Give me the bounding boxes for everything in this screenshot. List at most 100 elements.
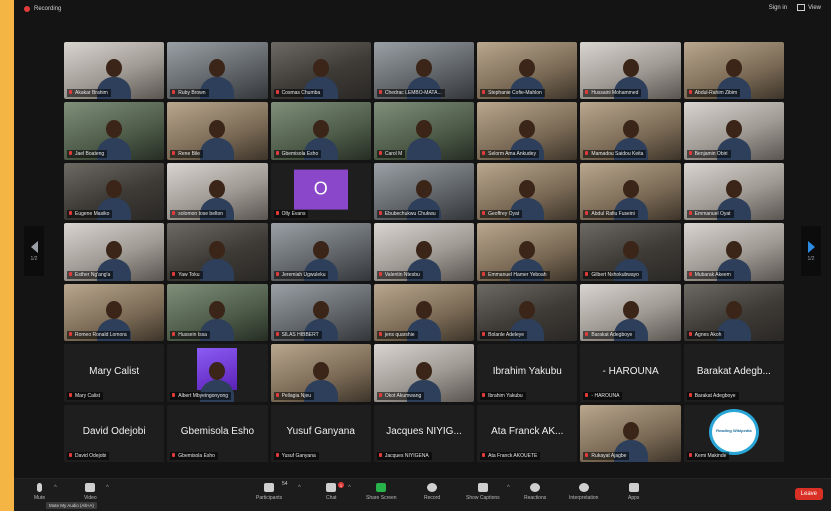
participant-tile[interactable]: Gbemisola Esho xyxy=(270,102,371,160)
video-options-caret[interactable]: ^ xyxy=(106,485,109,491)
audio-options-caret[interactable]: ^ xyxy=(54,485,57,491)
participant-tile[interactable]: Rene Bile xyxy=(167,102,268,160)
participant-tile[interactable]: Gilbert Nshokubwayo xyxy=(580,223,681,281)
participant-tile[interactable]: Esther Ng'ang'a xyxy=(64,223,165,281)
participant-name-label: Chedrac LEMBO-MATA... xyxy=(376,89,445,98)
participant-tile[interactable]: Barakat Adegb... Barakat Adegboye xyxy=(683,344,784,402)
participant-tile[interactable]: Chedrac LEMBO-MATA... xyxy=(373,42,475,100)
participant-tile[interactable]: Emmanuel Oyat xyxy=(683,162,784,221)
apps-button[interactable]: Apps xyxy=(628,483,639,501)
participant-tile[interactable]: Akakar Brahim xyxy=(64,42,165,100)
participant-tile[interactable]: Gbemisola Esho Gbemisola Esho xyxy=(167,404,268,462)
mic-muted-icon xyxy=(688,150,692,155)
participant-tile[interactable]: Yusuf Ganyana Yusuf Ganyana xyxy=(270,404,371,462)
next-page-button[interactable]: 1/2 xyxy=(801,226,821,276)
participant-tile[interactable]: Mubarak Akeem xyxy=(683,223,784,281)
participant-tile[interactable]: David Odejobi David Odejobi xyxy=(64,404,165,462)
participant-name-label: Selorm Ama Ankudey xyxy=(480,149,539,158)
participant-name-text: jens quarshie xyxy=(384,332,415,339)
participant-tile[interactable]: Mary Calist Mary Calist xyxy=(64,344,165,402)
participant-tile[interactable]: Cosmas Chumba xyxy=(270,42,371,100)
participant-tile[interactable]: Carol M xyxy=(373,102,475,160)
participants-count: 54 xyxy=(282,481,288,487)
mute-button[interactable]: Mute xyxy=(34,483,45,501)
participant-tile[interactable]: Ata Franck AK... Ata Franck AKOUETE xyxy=(477,404,578,462)
apps-icon xyxy=(628,483,639,492)
mic-muted-icon xyxy=(585,392,589,397)
interpretation-button[interactable]: Interpretation xyxy=(569,483,598,501)
participant-tile[interactable]: Hussein Issa xyxy=(167,283,268,342)
chat-options-caret[interactable]: ^ xyxy=(348,485,351,491)
participant-tile[interactable]: Geoffrey Oyat xyxy=(477,162,578,221)
participant-tile[interactable]: Benjamin Obiri xyxy=(683,102,784,160)
participant-tile[interactable]: Valentin Ntesbu xyxy=(373,223,475,281)
mic-muted-icon xyxy=(275,271,279,276)
participant-tile[interactable]: Stephanie Cofie-Mahlon xyxy=(477,42,578,100)
participant-tile[interactable]: Romeo Ronald Lomora xyxy=(64,283,165,342)
view-button[interactable]: View xyxy=(797,4,821,11)
mute-label: Mute xyxy=(34,495,46,501)
participant-name-label: Ibrahim Yakubu xyxy=(480,391,526,400)
participant-tile[interactable]: Yaw Toku xyxy=(167,223,268,281)
share-screen-button[interactable]: Share Screen xyxy=(366,483,397,501)
participant-name-text: Barakat Adegboye xyxy=(694,392,736,399)
participant-tile[interactable]: Abdul-Rahim Zibim xyxy=(683,42,784,100)
participant-tile[interactable]: Jael Boateng xyxy=(64,102,165,160)
participant-name-text: Stephanie Cofie-Mahlon xyxy=(488,90,542,97)
captions-button[interactable]: Show Captions xyxy=(466,483,500,501)
mic-muted-icon xyxy=(172,392,176,397)
participant-name-text: Akakar Brahim xyxy=(75,90,108,97)
apps-label: Apps xyxy=(628,495,640,501)
participant-tile[interactable]: Mamadou Saidou Keita xyxy=(580,102,681,160)
participant-tile[interactable]: Emmanuel Hamer Yeboah xyxy=(477,223,578,281)
participant-name-label: Okot Akumwang xyxy=(376,391,425,400)
captions-options-caret[interactable]: ^ xyxy=(507,485,510,491)
participant-name-text: Emmanuel Hamer Yeboah xyxy=(488,271,547,278)
participant-tile[interactable]: Jeremiah Ugwuleku xyxy=(270,223,371,281)
participant-tile[interactable]: Selorm Ama Ankudey xyxy=(477,102,578,160)
participant-name-label: Jacques NIYIGENA xyxy=(376,451,432,460)
participant-tile[interactable]: Albert Mbyeingonyong xyxy=(167,344,268,402)
record-button[interactable]: Record xyxy=(424,483,440,501)
participant-tile[interactable]: Ruby Brown xyxy=(167,42,268,100)
participant-tile[interactable]: Rukayat Ajagbe xyxy=(580,404,681,462)
top-right-controls: Sign in View xyxy=(769,4,821,11)
participant-tile[interactable]: Bolanle Adeleye xyxy=(477,283,578,342)
mic-muted-icon xyxy=(69,150,72,155)
leave-button[interactable]: Leave xyxy=(794,488,823,500)
participant-tile[interactable]: Jacques NIYIG... Jacques NIYIGENA xyxy=(373,404,475,462)
chat-button[interactable]: Chat xyxy=(326,483,337,501)
participants-button[interactable]: Participants xyxy=(256,483,282,501)
participant-tile[interactable]: Barakat Adegboye xyxy=(580,283,681,342)
participant-tile[interactable]: Agnes Akoh xyxy=(683,283,784,342)
participant-name-label: Mubarak Akeem xyxy=(686,270,734,279)
participant-tile[interactable]: Reading Wikipedia Kemi Makinde xyxy=(683,404,784,462)
participant-tile[interactable]: - HAROUNA - HAROUNA xyxy=(580,344,681,402)
participant-tile[interactable]: Ibrahim Yakubu Ibrahim Yakubu xyxy=(477,344,578,402)
reactions-button[interactable]: Reactions xyxy=(524,483,546,501)
participant-grid: Akakar Brahim Ruby Brown Cosmas Chumba Ched… xyxy=(64,42,784,462)
participant-name-label: Abdul-Rahim Zibim xyxy=(686,89,741,98)
participant-tile[interactable]: Abdul Rafiu Fuseini xyxy=(580,162,681,221)
reactions-label: Reactions xyxy=(524,495,547,501)
participant-tile[interactable]: solomon tose belton xyxy=(167,162,268,221)
participant-name-text: Gbemisola Esho xyxy=(281,150,319,157)
participant-name-text: Cosmas Chumba xyxy=(281,90,321,97)
meeting-window: Recording Sign in View 1/2 1/2 Akakar Br… xyxy=(14,0,831,511)
video-button[interactable]: Video xyxy=(84,483,97,501)
participant-tile[interactable]: Ebubechukwu Chukwu xyxy=(373,162,475,221)
participant-tile[interactable]: Hussaini Mohammed xyxy=(580,42,681,100)
participant-tile[interactable]: Pellagia Njeu xyxy=(270,344,371,402)
participant-name-text: Yaw Toku xyxy=(178,271,200,278)
participant-name-text: Mubarak Akeem xyxy=(694,271,731,278)
participant-tile[interactable]: SILAS HIBBERT xyxy=(270,283,371,342)
previous-page-button[interactable]: 1/2 xyxy=(24,226,44,276)
participant-tile[interactable]: jens quarshie xyxy=(373,283,475,342)
sign-in-link[interactable]: Sign in xyxy=(769,5,787,11)
participant-tile[interactable]: O Olly Evans xyxy=(270,162,371,221)
participant-name-text: Eugene Masiko xyxy=(75,211,110,218)
participant-tile[interactable]: Okot Akumwang xyxy=(373,344,475,402)
participant-tile[interactable]: Eugene Masiko xyxy=(64,162,165,221)
participants-options-caret[interactable]: ^ xyxy=(298,485,301,491)
participant-name-label: jens quarshie xyxy=(376,331,418,340)
